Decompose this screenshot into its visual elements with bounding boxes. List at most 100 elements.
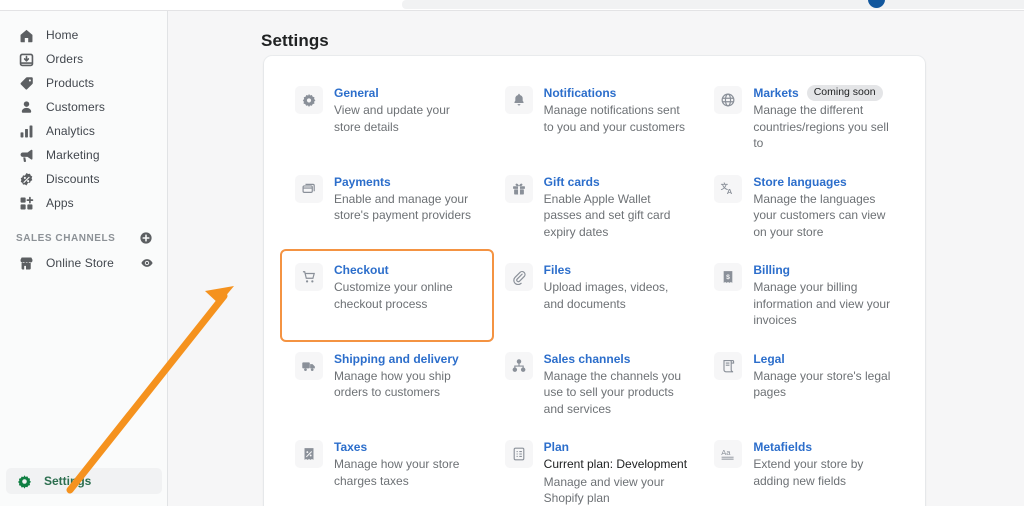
billing-icon: $ — [714, 263, 743, 291]
settings-grid: General View and update your store detai… — [264, 56, 925, 506]
app-window: Home Orders Products Customers Analytics — [0, 0, 1024, 506]
marketing-icon — [16, 145, 36, 165]
settings-item-title-line: Markets Coming soon — [753, 85, 897, 101]
settings-item-title-line: Payments — [334, 174, 478, 190]
sidebar-item-label: Orders — [46, 52, 84, 66]
plan-icon — [504, 440, 533, 468]
settings-item-checkout[interactable]: Checkout Customize your online checkout … — [282, 251, 492, 340]
settings-item-title[interactable]: Files — [544, 262, 571, 278]
settings-item-title[interactable]: Shipping and delivery — [334, 351, 459, 367]
settings-item-body: Store languages Manage the languages you… — [753, 174, 897, 241]
settings-item-desc: Customize your online checkout process — [334, 280, 453, 311]
settings-item-desc: Manage how you ship orders to customers — [334, 368, 451, 400]
settings-item-title[interactable]: Sales channels — [544, 351, 631, 367]
settings-item-title[interactable]: Checkout — [334, 262, 389, 278]
settings-item-desc: Manage the channels you use to sell your… — [543, 368, 682, 416]
settings-item-legal[interactable]: Legal Manage your store's legal pages — [701, 340, 911, 429]
settings-item-title[interactable]: Gift cards — [544, 174, 600, 190]
settings-item-files[interactable]: Files Upload images, videos, and documen… — [492, 251, 702, 340]
sidebar-item-label: Apps — [46, 196, 74, 210]
settings-item-desc: Enable and manage your store's payment p… — [334, 191, 472, 223]
sidebar-item-home[interactable]: Home — [8, 23, 159, 47]
settings-item-shipping-and-delivery[interactable]: Shipping and delivery Manage how you shi… — [282, 340, 492, 429]
settings-item-notifications[interactable]: Notifications Manage notifications sent … — [492, 74, 702, 163]
settings-item-billing[interactable]: $ Billing Manage your billing informatio… — [701, 251, 911, 340]
store-icon — [16, 253, 36, 273]
settings-item-body: General View and update your store detai… — [334, 85, 478, 135]
settings-item-title[interactable]: Markets — [753, 85, 798, 101]
settings-item-desc: Upload images, videos, and documents — [543, 280, 669, 311]
apps-icon — [16, 193, 36, 213]
settings-item-title-line: Plan — [544, 439, 688, 455]
settings-item-general[interactable]: General View and update your store detai… — [282, 74, 492, 163]
main-content: Settings General View and update your st… — [169, 11, 1024, 506]
bell-icon — [504, 86, 533, 114]
status-badge: Coming soon — [806, 85, 883, 101]
settings-item-desc: Manage the different countries/regions y… — [753, 103, 889, 150]
settings-item-title[interactable]: Billing — [753, 262, 790, 278]
settings-item-title[interactable]: Metafields — [753, 439, 812, 455]
settings-item-body: Metafields Extend your store by adding n… — [753, 439, 897, 489]
page-title: Settings — [261, 31, 329, 50]
sidebar-item-marketing[interactable]: Marketing — [8, 143, 159, 167]
settings-item-gift-cards[interactable]: Gift cards Enable Apple Wallet passes an… — [492, 163, 702, 252]
sales-channels-section-header: SALES CHANNELS — [16, 229, 153, 247]
settings-item-plan[interactable]: Plan Current plan: Development Manage an… — [492, 428, 702, 506]
sidebar-item-products[interactable]: Products — [8, 71, 159, 95]
settings-item-body: Billing Manage your billing information … — [753, 262, 897, 329]
top-bar — [0, 0, 1024, 11]
settings-item-title-line: Store languages — [753, 174, 897, 190]
eye-icon[interactable] — [139, 255, 155, 271]
legal-icon — [714, 351, 743, 380]
settings-item-title[interactable]: Plan — [544, 439, 569, 455]
sidebar-item-label: Customers — [46, 100, 105, 114]
sidebar-item-analytics[interactable]: Analytics — [8, 119, 159, 143]
settings-item-desc: Extend your store by adding new fields — [753, 457, 864, 488]
sidebar: Home Orders Products Customers Analytics — [0, 11, 168, 506]
global-search-input[interactable] — [402, 0, 1024, 9]
settings-item-title[interactable]: General — [334, 85, 379, 101]
settings-item-title-line: Checkout — [334, 262, 478, 278]
settings-item-title[interactable]: Store languages — [753, 174, 846, 190]
gear-icon — [295, 86, 323, 114]
sidebar-item-label: Analytics — [46, 124, 95, 138]
settings-item-desc: Manage the languages your customers can … — [753, 191, 886, 239]
sidebar-item-online-store[interactable]: Online Store — [8, 251, 159, 275]
settings-item-metafields[interactable]: Aa Metafields Extend your store by addin… — [701, 428, 911, 506]
settings-item-title-line: General — [334, 85, 478, 101]
settings-item-store-languages[interactable]: 文A Store languages Manage the languages … — [701, 163, 911, 252]
settings-item-title[interactable]: Taxes — [334, 439, 367, 455]
settings-item-payments[interactable]: Payments Enable and manage your store's … — [282, 163, 492, 252]
settings-item-title[interactable]: Payments — [334, 174, 391, 190]
settings-item-title-line: Metafields — [753, 439, 897, 455]
settings-item-title-line: Taxes — [334, 439, 478, 455]
settings-item-title[interactable]: Notifications — [544, 85, 617, 101]
sidebar-item-settings[interactable]: Settings — [6, 468, 162, 494]
settings-item-markets[interactable]: Markets Coming soon Manage the different… — [701, 74, 911, 163]
settings-item-title-line: Gift cards — [544, 174, 688, 190]
sidebar-item-apps[interactable]: Apps — [8, 191, 159, 215]
settings-item-title[interactable]: Legal — [753, 351, 784, 367]
settings-item-body: Legal Manage your store's legal pages — [753, 351, 897, 401]
settings-item-desc: Manage your store's legal pages — [753, 368, 891, 400]
settings-item-title-line: Files — [544, 262, 688, 278]
settings-item-body: Checkout Customize your online checkout … — [334, 262, 478, 312]
sidebar-item-customers[interactable]: Customers — [8, 95, 159, 119]
orders-icon — [16, 49, 36, 69]
settings-item-sales-channels[interactable]: Sales channels Manage the channels you u… — [492, 340, 702, 429]
settings-item-title-line: Legal — [753, 351, 897, 367]
sidebar-item-orders[interactable]: Orders — [8, 47, 159, 71]
plus-circle-icon[interactable] — [139, 231, 153, 245]
settings-item-desc: Manage your billing information and view… — [753, 280, 891, 327]
sidebar-item-label: Products — [46, 76, 95, 90]
discounts-icon — [16, 169, 36, 189]
analytics-icon — [16, 121, 36, 141]
settings-item-body: Taxes Manage how your store charges taxe… — [334, 439, 478, 489]
section-title: SALES CHANNELS — [16, 232, 116, 244]
settings-item-taxes[interactable]: Taxes Manage how your store charges taxe… — [282, 428, 492, 506]
sidebar-item-label: Home — [46, 28, 79, 42]
settings-item-current-plan: Current plan: Development — [543, 457, 688, 471]
sidebar-item-discounts[interactable]: Discounts — [8, 167, 159, 191]
settings-item-body: Files Upload images, videos, and documen… — [544, 262, 688, 312]
settings-item-body: Plan Current plan: Development Manage an… — [544, 439, 688, 506]
